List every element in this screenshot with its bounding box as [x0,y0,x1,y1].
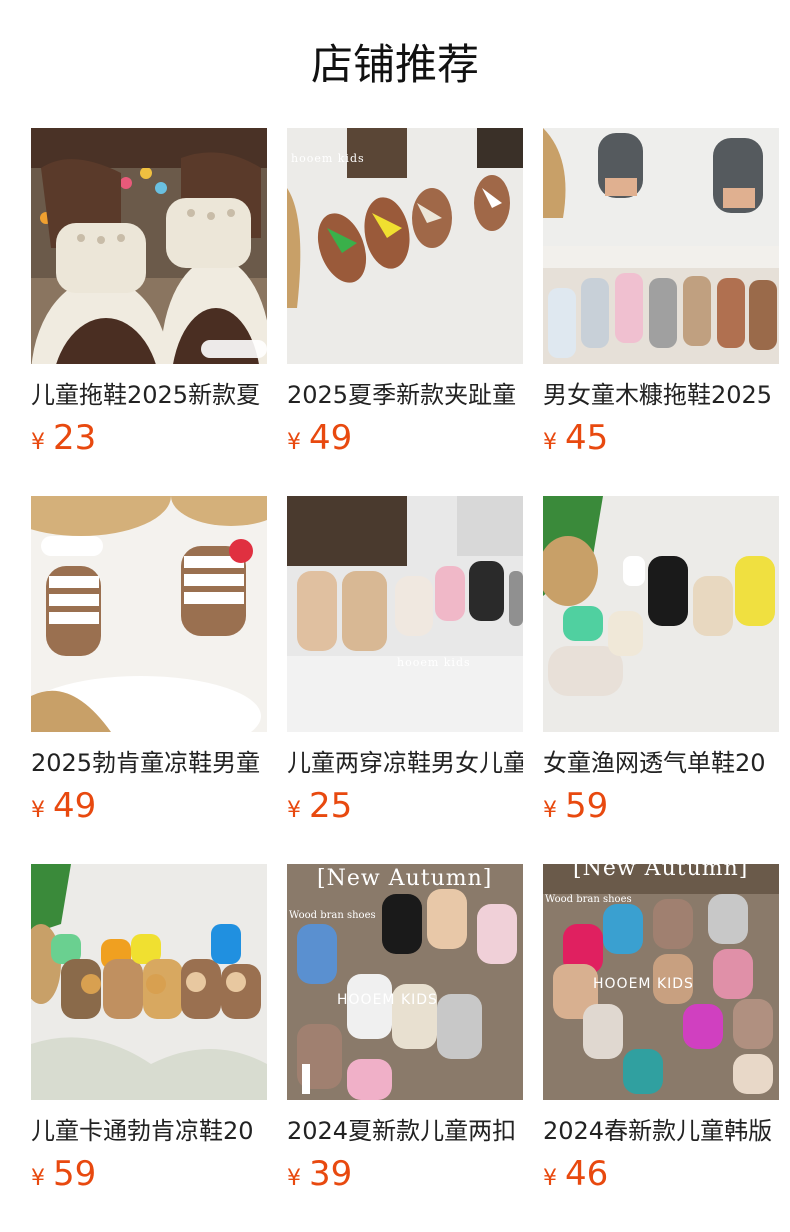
price-amount: 23 [53,418,97,458]
product-price: ¥45 [543,416,779,460]
product-card[interactable]: 儿童卡通勃肯凉鞋20 ¥59 [31,864,267,1204]
product-title[interactable]: 儿童拖鞋2025新款夏 [31,378,267,412]
product-image[interactable] [543,496,779,732]
image-banner-text: [New Autumn] [317,866,493,891]
product-image[interactable]: hooem kids [287,496,523,732]
product-image[interactable]: [New Autumn] Wood bran shoes HOOEM KIDS [287,864,523,1100]
product-price: ¥49 [287,416,523,460]
page-title: 店铺推荐 [310,40,479,89]
product-image[interactable]: hooem kids [287,128,523,364]
image-brand-text: HOOEM KIDS [593,976,694,992]
product-price: ¥59 [31,1152,267,1196]
product-image[interactable] [31,864,267,1100]
price-amount: 59 [53,1154,97,1194]
currency-symbol: ¥ [287,1166,301,1191]
product-image[interactable]: [New Autumn] Wood bran shoes HOOEM KIDS [543,864,779,1100]
product-card[interactable]: hooem kids 2025夏季新款夹趾童 ¥49 [287,128,523,468]
product-title[interactable]: 女童渔网透气单鞋20 [543,746,779,780]
product-price: ¥39 [287,1152,523,1196]
image-subtitle: Wood bran shoes [545,894,632,905]
currency-symbol: ¥ [31,1166,45,1191]
currency-symbol: ¥ [543,430,557,455]
product-title[interactable]: 男女童木糠拖鞋2025 [543,378,779,412]
product-card[interactable]: [New Autumn] Wood bran shoes HOOEM KIDS … [287,864,523,1204]
currency-symbol: ¥ [287,798,301,823]
product-title[interactable]: 儿童两穿凉鞋男女儿童 [287,746,523,780]
product-title[interactable]: 儿童卡通勃肯凉鞋20 [31,1114,267,1148]
product-price: ¥25 [287,784,523,828]
product-title[interactable]: 2025夏季新款夹趾童 [287,378,523,412]
product-price: ¥49 [31,784,267,828]
image-brand-text: HOOEM KIDS [337,992,438,1008]
currency-symbol: ¥ [31,798,45,823]
product-card[interactable]: 男女童木糠拖鞋2025 ¥45 [543,128,779,468]
price-amount: 39 [309,1154,353,1194]
price-amount: 49 [53,786,97,826]
currency-symbol: ¥ [287,430,301,455]
product-image[interactable] [543,128,779,364]
product-price: ¥23 [31,416,267,460]
product-image[interactable] [31,496,267,732]
product-title[interactable]: 2024春新款儿童韩版 [543,1114,779,1148]
product-card[interactable]: 女童渔网透气单鞋20 ¥59 [543,496,779,836]
product-card[interactable]: 2025勃肯童凉鞋男童 ¥49 [31,496,267,836]
price-amount: 59 [565,786,609,826]
product-price: ¥59 [543,784,779,828]
price-amount: 46 [565,1154,609,1194]
image-watermark: hooem kids [291,152,365,165]
product-title[interactable]: 2025勃肯童凉鞋男童 [31,746,267,780]
product-price: ¥46 [543,1152,779,1196]
product-card[interactable]: hooem kids 儿童两穿凉鞋男女儿童 ¥25 [287,496,523,836]
price-amount: 49 [309,418,353,458]
price-amount: 25 [309,786,353,826]
product-title[interactable]: 2024夏新款儿童两扣 [287,1114,523,1148]
currency-symbol: ¥ [31,430,45,455]
product-card[interactable]: [New Autumn] Wood bran shoes HOOEM KIDS … [543,864,779,1204]
image-banner-text: [New Autumn] [573,864,749,881]
product-card[interactable]: 儿童拖鞋2025新款夏 ¥23 [31,128,267,468]
image-watermark: hooem kids [397,656,471,669]
currency-symbol: ¥ [543,1166,557,1191]
price-amount: 45 [565,418,609,458]
image-subtitle: Wood bran shoes [289,910,376,921]
product-image[interactable] [31,128,267,364]
currency-symbol: ¥ [543,798,557,823]
